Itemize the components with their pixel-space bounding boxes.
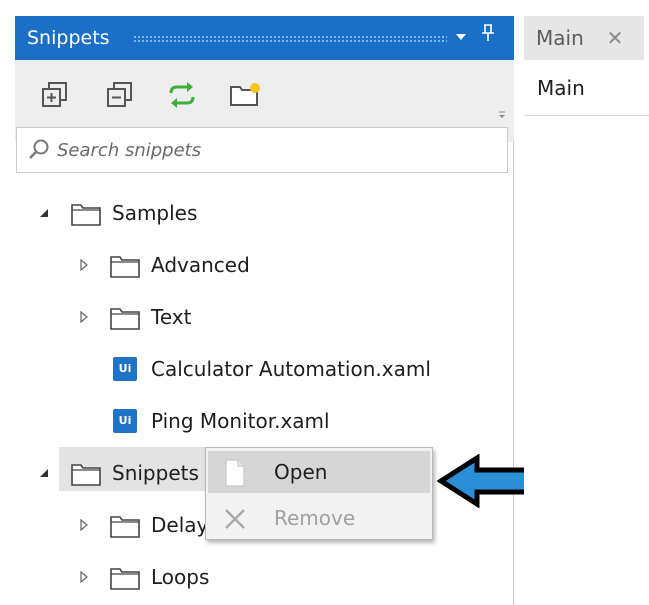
tree-item-label: Text — [151, 305, 192, 329]
document-title-bar: Main — [524, 60, 649, 116]
pin-icon[interactable] — [478, 16, 498, 60]
tree-item-label: Delay — [151, 513, 209, 537]
tree-item-advanced[interactable]: Advanced — [15, 245, 315, 285]
panel-drag-grip[interactable] — [133, 35, 447, 42]
document-title: Main — [537, 76, 585, 100]
context-menu-remove[interactable]: Remove — [208, 497, 430, 539]
folder-icon — [110, 308, 140, 330]
context-menu-open-label: Open — [274, 460, 328, 484]
close-icon[interactable]: ✕ — [604, 16, 626, 60]
add-folder-button[interactable] — [228, 78, 262, 112]
search-box[interactable] — [16, 127, 508, 173]
folder-icon — [71, 204, 101, 226]
uipath-file-icon: Ui — [113, 357, 137, 381]
folder-icon — [110, 568, 140, 590]
tree-item-samples[interactable]: Samples — [15, 193, 295, 233]
tree-item-text[interactable]: Text — [15, 297, 315, 337]
search-input[interactable] — [57, 128, 497, 172]
collapse-all-button[interactable] — [103, 78, 137, 112]
overflow-chevron-icon — [499, 111, 505, 118]
tab-main-label: Main — [536, 26, 584, 50]
refresh-button[interactable] — [165, 78, 199, 112]
tree-item-snippets[interactable]: Snippets — [15, 447, 215, 493]
collapsed-triangle-icon[interactable] — [77, 518, 91, 532]
folder-icon — [71, 464, 101, 486]
collapsed-triangle-icon[interactable] — [77, 258, 91, 272]
panel-header: Snippets — [15, 16, 514, 60]
uipath-file-icon: Ui — [113, 409, 137, 433]
collapse-all-icon — [107, 82, 132, 107]
tree-item-delay[interactable]: Delay — [15, 505, 235, 545]
context-menu-remove-label: Remove — [274, 506, 356, 530]
expanded-triangle-icon[interactable] — [37, 206, 51, 220]
tree-item-label: Samples — [112, 201, 198, 225]
collapsed-triangle-icon[interactable] — [77, 310, 91, 324]
toolbar-overflow-icon[interactable] — [497, 110, 507, 124]
collapsed-triangle-icon[interactable] — [77, 570, 91, 584]
pin-glyph — [482, 24, 494, 41]
search-icon — [29, 139, 49, 159]
tree-item-loops[interactable]: Loops — [15, 557, 315, 597]
refresh-icon — [169, 82, 195, 108]
folder-icon — [110, 256, 140, 278]
tree-item-label: Loops — [151, 565, 210, 589]
context-menu: Open Remove — [205, 447, 433, 540]
chevron-down-icon — [456, 34, 466, 40]
close-x-icon — [225, 509, 245, 529]
tree-item-label: Advanced — [151, 253, 250, 277]
expand-all-button[interactable] — [38, 78, 72, 112]
tree-item-ping-monitor[interactable]: Ui Ping Monitor.xaml — [15, 401, 415, 441]
tab-main[interactable]: Main ✕ — [524, 16, 644, 60]
panel-title: Snippets — [27, 27, 110, 49]
document-body: Main — [524, 60, 649, 605]
tree-item-label: Ping Monitor.xaml — [151, 409, 330, 433]
document-icon — [225, 459, 245, 487]
folder-icon — [110, 516, 140, 538]
document-tabstrip: Main ✕ — [524, 16, 649, 60]
tree-item-label: Snippets — [112, 461, 199, 485]
context-menu-open[interactable]: Open — [208, 451, 430, 493]
expanded-triangle-icon[interactable] — [37, 466, 51, 480]
expand-all-icon — [42, 82, 67, 107]
tree-item-calculator-automation[interactable]: Ui Calculator Automation.xaml — [15, 349, 485, 389]
panel-options-dropdown-icon[interactable] — [451, 16, 471, 60]
snippets-tree: Samples Advanced Text Ui Calculator Auto… — [15, 173, 511, 605]
tree-item-label: Calculator Automation.xaml — [151, 357, 431, 381]
add-folder-icon — [230, 83, 260, 106]
